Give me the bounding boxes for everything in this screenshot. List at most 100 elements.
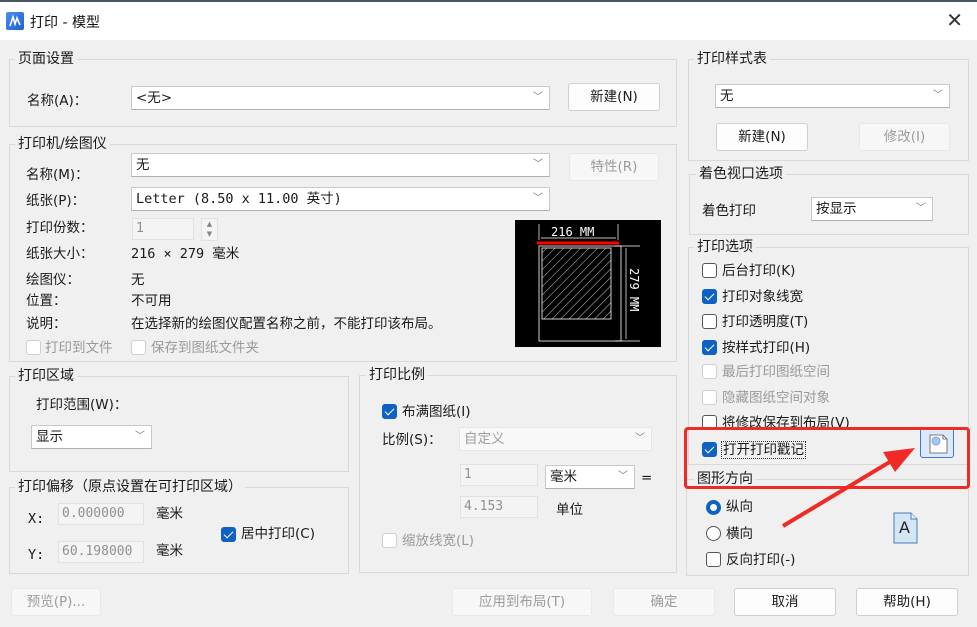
hide-paperspace-objects-label: 隐藏图纸空间对象 [722,390,830,406]
background-plot-label: 后台打印(K) [722,263,796,279]
paper-value: Letter (8.50 x 11.00 英寸) [136,191,342,207]
portrait-radio[interactable] [706,500,721,515]
plot-style-edit-button[interactable]: 修改(I) [859,123,950,151]
center-plot-label: 居中打印(C) [241,526,315,542]
fit-to-paper-label: 布满图纸(I) [402,404,471,420]
chevron-down-icon: ﹀ [533,159,543,170]
page-setup-name-label: 名称(A)： [27,93,88,109]
hide-paperspace-objects-checkbox[interactable] [702,390,717,405]
page-setup-new-button[interactable]: 新建(N) [568,83,660,111]
page-setup-name-select[interactable]: <无> ﹀ [131,86,550,110]
plot-style-title: 打印样式表 [694,51,770,67]
landscape-label: 横向 [726,526,753,542]
plot-lineweights-label: 打印对象线宽 [722,289,803,305]
chevron-down-icon: ﹀ [135,431,145,442]
plot-transparency-label: 打印透明度(T) [722,314,809,330]
printer-name-label: 名称(M)： [26,167,89,183]
plot-offset-title: 打印偏移（原点设置在可打印区域） [15,479,245,495]
save-to-folder-label: 保存到图纸文件夹 [151,340,259,356]
location-label: 位置： [26,293,67,309]
annotation-arrow-icon [781,448,915,528]
scale-label: 比例(S)： [382,432,442,448]
app-logo-icon [6,12,24,30]
scale-unit-select[interactable]: 毫米 ﹀ [545,465,635,489]
printable-area [541,247,612,320]
chevron-down-icon: ﹀ [933,90,943,101]
scale-denominator-input[interactable]: 4.153 [460,496,538,518]
shade-plot-value: 按显示 [816,201,857,217]
scale-value: 自定义 [464,431,505,447]
window-title: 打印 - 模型 [30,15,100,31]
plot-style-select[interactable]: 无 ﹀ [715,84,950,108]
plot-scale-title: 打印比例 [366,367,428,383]
ok-button[interactable]: 确定 [613,588,715,616]
plot-upside-down-label: 反向打印(-) [726,552,796,568]
chevron-down-icon: ﹀ [533,92,543,103]
preview-button[interactable]: 预览(P)... [11,588,101,616]
fit-to-paper-checkbox[interactable] [382,404,397,419]
plot-transparency-checkbox[interactable] [702,314,717,329]
plot-range-value: 显示 [36,429,63,445]
offset-y-label: Y: [28,547,45,563]
printer-name-select[interactable]: 无 ﹀ [131,153,550,177]
shade-plot-label: 着色打印 [702,203,756,219]
chevron-down-icon: ﹀ [533,193,543,204]
plot-upside-down-checkbox[interactable] [706,552,721,567]
plotter-label: 绘图仪： [26,272,80,288]
shade-plot-select[interactable]: 按显示 ﹀ [811,197,933,221]
print-to-file-checkbox[interactable] [26,340,41,355]
description-value: 在选择新的绘图仪配置名称之前，不能打印该布局。 [131,316,442,332]
paper-select[interactable]: Letter (8.50 x 11.00 英寸) ﹀ [131,187,550,211]
chevron-down-icon: ﹀ [618,471,628,482]
offset-y-input[interactable]: 60.198000 [58,541,144,563]
landscape-radio[interactable] [706,526,721,541]
save-to-folder-checkbox[interactable] [131,340,146,355]
plot-area-group [9,376,349,472]
plot-lineweights-checkbox[interactable] [702,289,717,304]
plot-style-new-button[interactable]: 新建(N) [716,123,808,151]
paper-size-label: 纸张大小： [26,246,94,262]
scale-select[interactable]: 自定义 ﹀ [459,427,652,451]
shaded-viewport-title: 着色视口选项 [696,166,786,182]
help-button[interactable]: 帮助(H) [856,588,958,616]
copies-label: 打印份数： [26,220,94,236]
offset-y-unit: 毫米 [156,543,183,559]
background-plot-checkbox[interactable] [702,263,717,278]
scale-lineweights-label: 缩放线宽(L) [402,533,475,549]
copies-stepper[interactable]: ▲ ▼ [201,218,218,241]
close-icon[interactable]: ✕ [946,10,963,30]
print-to-file-label: 打印到文件 [45,340,113,356]
location-value: 不可用 [131,293,172,309]
plot-range-select[interactable]: 显示 ﹀ [31,425,152,449]
page-setup-title: 页面设置 [15,51,77,67]
offset-x-label: X: [28,511,45,527]
cancel-button[interactable]: 取消 [734,588,836,616]
plot-paperspace-last-checkbox[interactable] [702,364,717,379]
printer-title: 打印机/绘图仪 [15,136,110,152]
paper-preview-drawing: 216 MM 279 MM [537,224,641,342]
printer-properties-button[interactable]: 特性(R) [569,153,659,181]
description-label: 说明： [26,316,67,332]
center-plot-checkbox[interactable] [221,527,236,542]
plot-with-styles-checkbox[interactable] [702,340,717,355]
portrait-label: 纵向 [726,499,753,515]
chevron-down-icon: ﹀ [916,203,926,214]
chevron-down-icon: ﹀ [635,433,645,444]
copies-input[interactable]: 1 [132,218,194,240]
scale-lineweights-checkbox[interactable] [382,533,397,548]
plot-paperspace-last-label: 最后打印图纸空间 [722,364,830,380]
plotter-value: 无 [131,272,145,288]
plot-range-label: 打印范围(W)： [36,397,128,413]
scale-unit-value: 毫米 [550,469,577,485]
plot-options-title: 打印选项 [694,239,756,255]
printer-name-value: 无 [136,157,150,173]
preview-width-label: 216 MM [551,225,594,239]
plot-area-title: 打印区域 [15,368,77,384]
page-setup-name-value: <无> [136,90,173,106]
paper-preview: 216 MM 279 MM [515,220,661,347]
scale-numerator-input[interactable]: 1 [460,464,538,486]
apply-to-layout-button[interactable]: 应用到布局(T) [452,588,592,616]
plot-style-value: 无 [720,88,734,104]
scale-units-label: 单位 [556,502,583,518]
offset-x-input[interactable]: 0.000000 [58,503,144,525]
